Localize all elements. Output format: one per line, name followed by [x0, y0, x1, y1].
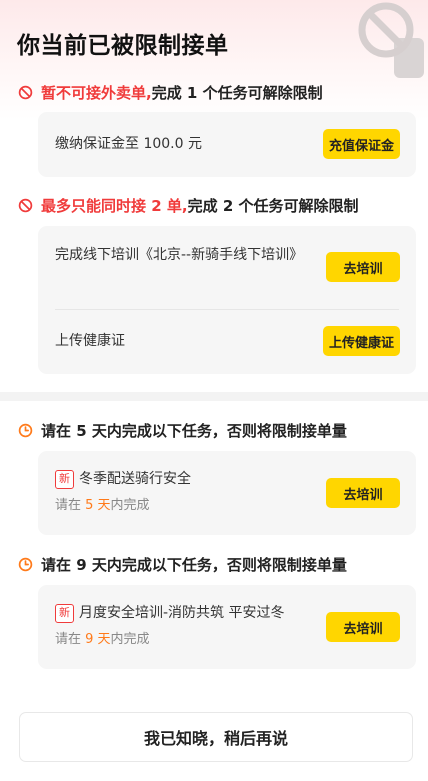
clock-icon — [18, 423, 33, 438]
page-title: 你当前已被限制接单 — [17, 33, 229, 59]
restriction-condition: 完成 2 个任务可解除限制 — [187, 197, 359, 215]
restriction-header-1: 暂不可接外卖单, 完成 1 个任务可解除限制 — [18, 82, 323, 103]
deadline-note: 请在 5 天内完成 — [55, 495, 150, 517]
upload-health-certificate-button[interactable]: 上传健康证 — [322, 326, 400, 356]
new-badge: 新 — [55, 603, 74, 623]
deadline-note-suffix: 内完成 — [110, 632, 150, 647]
acknowledge-later-button[interactable]: 我已知晓，稍后再说 — [19, 712, 413, 762]
deadline-title: 请在 9 天内完成以下任务，否则将限制接单量 — [41, 556, 347, 574]
deadline-note-prefix: 请在 — [55, 498, 86, 513]
recharge-deposit-button[interactable]: 充值保证金 — [322, 129, 400, 159]
deadline-header-1: 请在 5 天内完成以下任务，否则将限制接单量 — [18, 420, 347, 441]
restriction-highlight: 暂不可接外卖单, — [41, 84, 152, 102]
task-title: 新冬季配送骑行安全 — [55, 468, 191, 490]
prohibit-icon — [18, 198, 33, 213]
deadline-note-suffix: 内完成 — [110, 498, 150, 513]
deadline-header-2: 请在 9 天内完成以下任务，否则将限制接单量 — [18, 554, 347, 575]
deadline-card-1: 新冬季配送骑行安全 请在 5 天内完成 去培训 — [38, 451, 416, 535]
go-training-button[interactable]: 去培训 — [326, 612, 400, 642]
task-label: 缴纳保证金至 100.0 元 — [55, 136, 202, 152]
divider — [55, 309, 399, 310]
restriction-card-1: 缴纳保证金至 100.0 元 充值保证金 — [38, 112, 416, 177]
deadline-card-2: 新月度安全培训-消防共筑 平安过冬 请在 9 天内完成 去培训 — [38, 585, 416, 669]
task-label: 上传健康证 — [55, 333, 125, 349]
task-label: 冬季配送骑行安全 — [79, 471, 191, 487]
restriction-condition: 完成 1 个任务可解除限制 — [151, 84, 323, 102]
task-label: 完成线下培训《北京--新骑手线下培训》 — [55, 247, 304, 263]
restriction-highlight: 最多只能同时接 2 单, — [41, 197, 188, 215]
deadline-note: 请在 9 天内完成 — [55, 629, 150, 651]
task-title: 新月度安全培训-消防共筑 平安过冬 — [55, 602, 285, 624]
restriction-card-2: 完成线下培训《北京--新骑手线下培训》 去培训 上传健康证 上传健康证 — [38, 226, 416, 374]
go-training-button[interactable]: 去培训 — [326, 252, 400, 282]
section-separator — [0, 392, 428, 401]
prohibit-icon — [18, 85, 33, 100]
restriction-illustration-icon — [358, 2, 424, 78]
deadline-title: 请在 5 天内完成以下任务，否则将限制接单量 — [41, 422, 347, 440]
clock-icon — [18, 557, 33, 572]
deadline-days: 9 天 — [85, 632, 111, 647]
deadline-note-prefix: 请在 — [55, 632, 86, 647]
task-label: 月度安全培训-消防共筑 平安过冬 — [79, 605, 285, 621]
restriction-header-2: 最多只能同时接 2 单, 完成 2 个任务可解除限制 — [18, 195, 358, 216]
deadline-days: 5 天 — [85, 498, 111, 513]
new-badge: 新 — [55, 469, 74, 489]
go-training-button[interactable]: 去培训 — [326, 478, 400, 508]
